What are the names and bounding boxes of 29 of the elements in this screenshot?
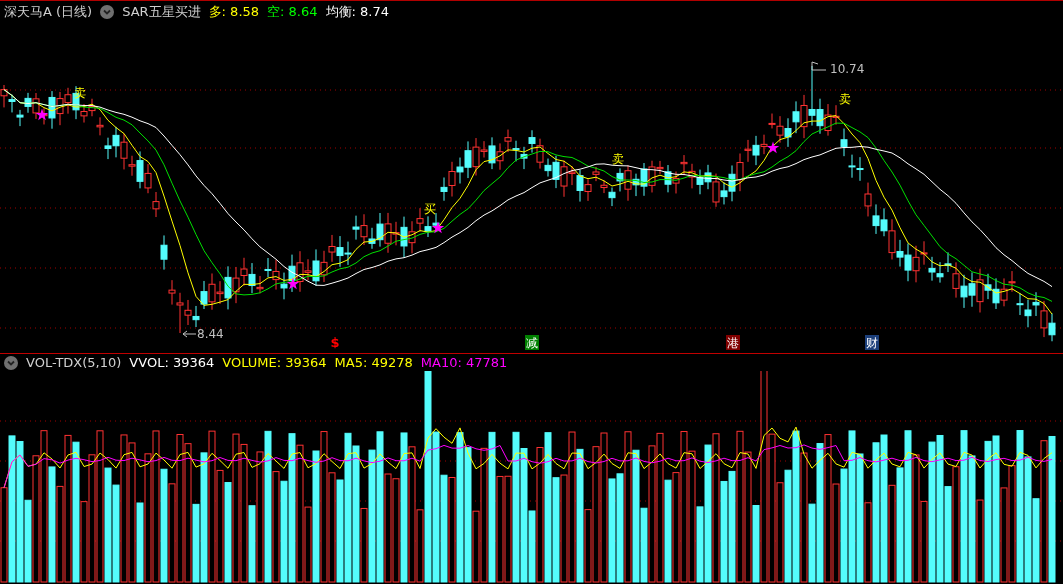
indicator-reading: MA5: 49278 [334, 355, 413, 370]
news-tag[interactable]: 财 [865, 335, 879, 350]
dropdown-icon[interactable] [4, 355, 18, 370]
indicator-name: SAR五星买进 [122, 2, 201, 21]
signal-label: 卖 [839, 92, 851, 106]
indicator-reading: VOLUME: 39364 [222, 355, 327, 370]
stock-title: 深天马A (日线) [4, 2, 93, 21]
news-tag[interactable]: $ [330, 335, 340, 350]
low-price-label: 8.44 [197, 327, 224, 341]
indicator-reading: MA10: 47781 [420, 355, 508, 370]
leader-line [811, 61, 827, 71]
signal-label: 卖 [612, 152, 624, 166]
leader-line [182, 330, 197, 338]
candlestick [160, 234, 168, 271]
dropdown-icon[interactable] [100, 4, 115, 19]
news-tag[interactable]: 减 [525, 335, 539, 350]
indicator-reading: 多: 8.58 [208, 2, 260, 21]
star-icon [766, 141, 780, 154]
star-icon [286, 277, 300, 290]
indicator-reading: 空: 8.64 [267, 2, 318, 21]
high-price-label: 10.74 [830, 62, 865, 76]
star-icon [431, 221, 445, 234]
signal-label: 买 [424, 202, 436, 216]
indicator-name: VOL-TDX(5,10) [26, 355, 122, 370]
signal-label: 卖 [74, 86, 86, 100]
indicator-reading: 均衡: 8.74 [325, 2, 389, 21]
indicator-reading: VVOL: 39364 [129, 355, 215, 370]
star-icon [35, 108, 49, 121]
news-tag[interactable]: 港 [726, 335, 740, 350]
